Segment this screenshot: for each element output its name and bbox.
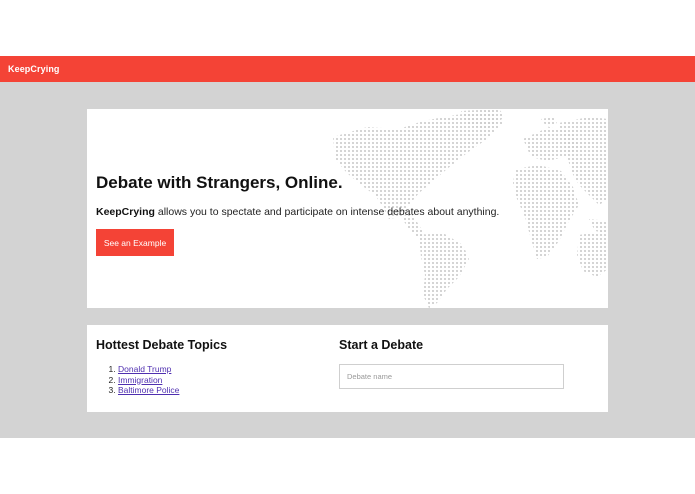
page-body: Debate with Strangers, Online. KeepCryin…: [0, 82, 695, 438]
hero-card: Debate with Strangers, Online. KeepCryin…: [87, 109, 608, 308]
topics-card: Hottest Debate Topics Donald Trump Immig…: [87, 325, 608, 412]
hottest-topics-section: Hottest Debate Topics Donald Trump Immig…: [96, 338, 227, 396]
start-debate-section: Start a Debate: [339, 338, 564, 389]
hero-description-rest: allows you to spectate and participate o…: [154, 206, 500, 218]
topic-item: Immigration: [118, 375, 227, 386]
hero-description-brand: KeepCrying: [96, 206, 155, 218]
start-debate-heading: Start a Debate: [339, 338, 424, 352]
brand-logo-text[interactable]: KeepCrying: [8, 64, 60, 74]
hero-description: KeepCrying allows you to spectate and pa…: [96, 206, 499, 218]
debate-name-input[interactable]: [339, 364, 564, 389]
topics-list: Donald Trump Immigration Baltimore Polic…: [96, 364, 227, 396]
topic-link-baltimore-police[interactable]: Baltimore Police: [118, 385, 179, 395]
topic-link-immigration[interactable]: Immigration: [118, 375, 162, 385]
see-example-button[interactable]: See an Example: [96, 229, 174, 256]
topic-item: Donald Trump: [118, 364, 227, 375]
hottest-topics-heading: Hottest Debate Topics: [96, 338, 228, 352]
top-navbar: KeepCrying: [0, 56, 695, 82]
hero-title: Debate with Strangers, Online.: [96, 173, 343, 192]
topic-item: Baltimore Police: [118, 385, 227, 396]
topic-link-donald-trump[interactable]: Donald Trump: [118, 364, 171, 374]
